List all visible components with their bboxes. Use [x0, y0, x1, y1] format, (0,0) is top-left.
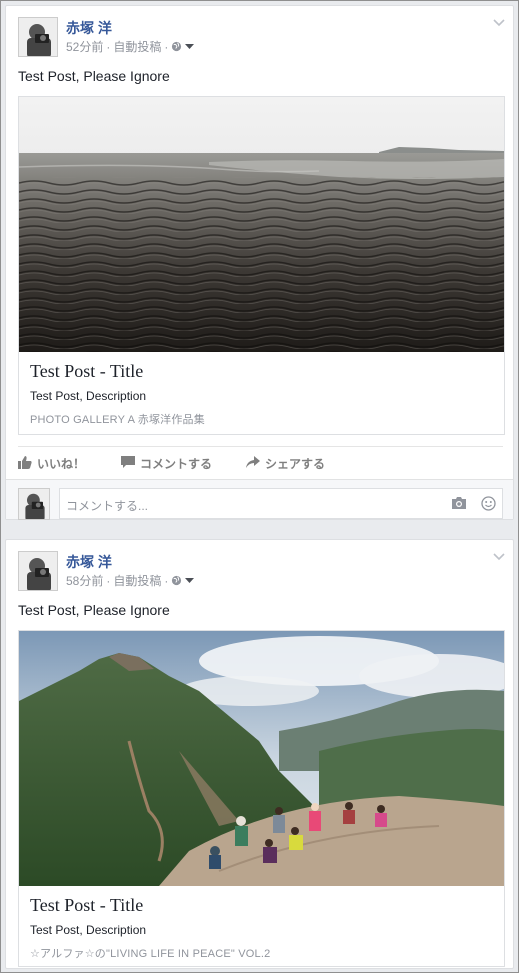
comment-input[interactable]: コメントする...: [59, 488, 503, 519]
avatar[interactable]: [18, 551, 58, 591]
share-arrow-icon: [246, 455, 260, 472]
link-description: Test Post, Description: [30, 923, 147, 937]
globe-icon[interactable]: [171, 575, 182, 586]
caret-down-icon[interactable]: [185, 43, 195, 50]
action-bar: いいね！ コメントする シェアする: [18, 446, 503, 478]
meta-separator: ·: [106, 573, 111, 588]
comment-composer: コメントする...: [6, 479, 513, 520]
link-title[interactable]: Test Post - Title: [30, 895, 143, 916]
chevron-down-icon[interactable]: [491, 548, 507, 564]
status-text: Test Post, Please Ignore: [18, 602, 170, 618]
share-button[interactable]: シェアする: [246, 455, 325, 472]
thumbs-up-icon: [18, 455, 32, 472]
timestamp[interactable]: 52分前: [66, 38, 103, 55]
meta-separator: ·: [106, 39, 111, 54]
emoji-icon[interactable]: [481, 496, 496, 514]
status-text: Test Post, Please Ignore: [18, 68, 170, 84]
avatar[interactable]: [18, 17, 58, 57]
feed-post: 赤塚 洋 58分前 · 自動投稿 · Test Post, Please Ign…: [5, 539, 514, 969]
like-label: いいね！: [37, 457, 86, 471]
post-type: 自動投稿: [113, 40, 162, 54]
link-preview-card[interactable]: Test Post - Title Test Post, Description…: [18, 630, 505, 967]
author-name[interactable]: 赤塚 洋: [66, 18, 112, 38]
post-type: 自動投稿: [113, 574, 162, 588]
caret-down-icon[interactable]: [185, 577, 195, 584]
input-icons: [451, 496, 496, 514]
meta-separator: ·: [164, 573, 169, 588]
comment-label: コメントする: [140, 457, 213, 471]
feed-post: 赤塚 洋 52分前 · 自動投稿 · Test Post, Please Ign…: [5, 5, 514, 520]
comment-button[interactable]: コメントする: [121, 455, 212, 472]
link-image[interactable]: [19, 97, 504, 352]
comment-placeholder: コメントする...: [66, 499, 149, 513]
globe-icon[interactable]: [171, 41, 182, 52]
link-preview-card[interactable]: Test Post - Title Test Post, Description…: [18, 96, 505, 435]
link-title[interactable]: Test Post - Title: [30, 361, 143, 382]
link-source: ☆アルファ☆の"LIVING LIFE IN PEACE" VOL.2: [30, 948, 271, 960]
timestamp[interactable]: 58分前: [66, 572, 103, 589]
avatar[interactable]: [18, 488, 50, 520]
chevron-down-icon[interactable]: [491, 14, 507, 30]
post-meta: 58分前 · 自動投稿 ·: [66, 572, 195, 589]
link-description: Test Post, Description: [30, 389, 147, 403]
link-source: PHOTO GALLERY A 赤塚洋作品集: [30, 414, 205, 426]
like-button[interactable]: いいね！: [18, 455, 85, 472]
post-meta: 52分前 · 自動投稿 ·: [66, 38, 195, 55]
camera-icon[interactable]: [451, 496, 467, 514]
author-name[interactable]: 赤塚 洋: [66, 552, 112, 572]
link-image[interactable]: [19, 631, 504, 886]
comment-bubble-icon: [121, 455, 135, 472]
meta-separator: ·: [164, 39, 169, 54]
share-label: シェアする: [265, 457, 326, 471]
